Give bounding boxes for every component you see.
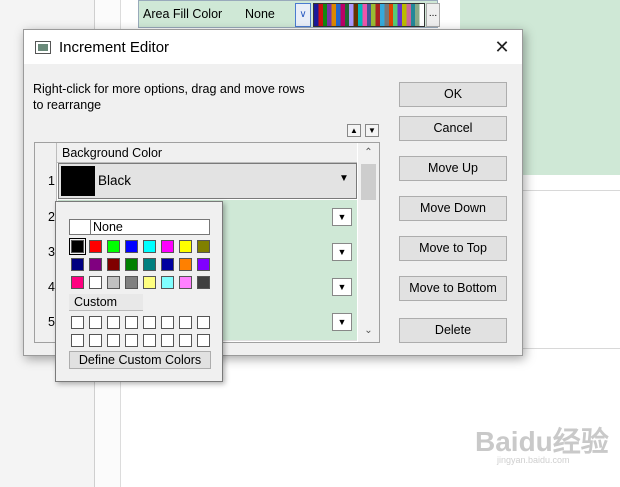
- color-swatch[interactable]: [125, 258, 138, 271]
- move-down-button[interactable]: Move Down: [399, 196, 507, 221]
- color-swatch[interactable]: [89, 276, 102, 289]
- color-swatch[interactable]: [179, 258, 192, 271]
- color-swatch[interactable]: [143, 240, 156, 253]
- custom-color-slot[interactable]: [143, 334, 156, 347]
- chevron-down-icon[interactable]: ▼: [332, 243, 352, 261]
- custom-color-slot[interactable]: [89, 334, 102, 347]
- custom-color-slot[interactable]: [179, 316, 192, 329]
- color-swatch[interactable]: [69, 238, 86, 255]
- window-icon: [35, 41, 51, 54]
- color-swatch[interactable]: [71, 276, 84, 289]
- custom-color-slot[interactable]: [197, 316, 210, 329]
- custom-color-slot[interactable]: [161, 334, 174, 347]
- area-fill-dropdown-button[interactable]: ∨: [295, 3, 311, 27]
- chevron-down-icon[interactable]: ▼: [332, 278, 352, 296]
- row-number: 5: [48, 315, 55, 329]
- color-swatch[interactable]: [89, 258, 102, 271]
- color-swatch: [61, 166, 95, 196]
- color-swatch[interactable]: [197, 258, 210, 271]
- dialog-titlebar: Increment Editor ✕: [24, 30, 522, 64]
- custom-colors-label: Custom: [69, 294, 143, 311]
- color-swatch[interactable]: [143, 276, 156, 289]
- cancel-button[interactable]: Cancel: [399, 116, 507, 141]
- color-picker-popup: None Custom Define Custom Colors: [55, 201, 223, 382]
- custom-color-slot[interactable]: [71, 316, 84, 329]
- color-swatch[interactable]: [89, 240, 102, 253]
- custom-color-slot[interactable]: [197, 334, 210, 347]
- move-up-button[interactable]: Move Up: [399, 156, 507, 181]
- color-name: Black: [98, 173, 132, 188]
- color-swatch[interactable]: [179, 240, 192, 253]
- none-label: None: [93, 220, 123, 234]
- none-swatch: [70, 220, 91, 234]
- column-header-background-color[interactable]: Background Color: [57, 143, 357, 163]
- color-swatch[interactable]: [197, 276, 210, 289]
- color-swatch[interactable]: [125, 240, 138, 253]
- scroll-down-icon[interactable]: ⌄: [358, 323, 379, 339]
- custom-color-slot[interactable]: [107, 316, 120, 329]
- row-number: 2: [48, 210, 55, 224]
- none-color-option[interactable]: None: [69, 219, 210, 235]
- color-swatch[interactable]: [71, 258, 84, 271]
- close-icon[interactable]: ✕: [490, 36, 514, 58]
- move-row-up-icon[interactable]: ▲: [347, 124, 361, 137]
- color-swatch[interactable]: [125, 276, 138, 289]
- define-custom-colors-button[interactable]: Define Custom Colors: [69, 351, 211, 369]
- area-fill-more-button[interactable]: ...: [426, 3, 440, 27]
- color-swatch[interactable]: [143, 258, 156, 271]
- custom-color-slot[interactable]: [125, 316, 138, 329]
- move-to-bottom-button[interactable]: Move to Bottom: [399, 276, 507, 301]
- delete-button[interactable]: Delete: [399, 318, 507, 343]
- color-swatch[interactable]: [197, 240, 210, 253]
- scrollbar-thumb[interactable]: [361, 164, 376, 200]
- color-swatch[interactable]: [161, 240, 174, 253]
- row-number: 3: [48, 245, 55, 259]
- chevron-down-icon[interactable]: ▼: [332, 208, 352, 226]
- custom-color-slot[interactable]: [89, 316, 102, 329]
- custom-color-slot[interactable]: [125, 334, 138, 347]
- custom-color-slot[interactable]: [143, 316, 156, 329]
- color-swatch[interactable]: [179, 276, 192, 289]
- area-fill-color-label: Area Fill Color: [143, 7, 223, 21]
- vertical-scrollbar[interactable]: ⌃ ⌄: [358, 143, 379, 342]
- ok-button[interactable]: OK: [399, 82, 507, 107]
- chevron-down-icon[interactable]: ▼: [332, 313, 352, 331]
- table-row[interactable]: Black ▼: [58, 163, 357, 199]
- color-swatch[interactable]: [107, 240, 120, 253]
- custom-color-slot[interactable]: [179, 334, 192, 347]
- watermark-url: jingyan.baidu.com: [497, 455, 570, 465]
- area-fill-palette-preview[interactable]: [313, 3, 425, 27]
- custom-color-slot[interactable]: [161, 316, 174, 329]
- color-swatch[interactable]: [107, 276, 120, 289]
- row-number: 1: [48, 174, 55, 188]
- color-swatch[interactable]: [161, 258, 174, 271]
- color-swatch[interactable]: [161, 276, 174, 289]
- move-to-top-button[interactable]: Move to Top: [399, 236, 507, 261]
- area-fill-color-value[interactable]: None: [245, 7, 275, 21]
- instructions-text: Right-click for more options, drag and m…: [33, 82, 305, 112]
- baidu-watermark: Baidu经验: [475, 426, 609, 457]
- scroll-up-icon[interactable]: ⌃: [358, 145, 379, 161]
- custom-color-slot[interactable]: [71, 334, 84, 347]
- color-swatch[interactable]: [107, 258, 120, 271]
- custom-color-slot[interactable]: [107, 334, 120, 347]
- dialog-title: Increment Editor: [59, 39, 170, 56]
- chevron-down-icon[interactable]: ▼: [339, 173, 349, 184]
- move-row-down-icon[interactable]: ▼: [365, 124, 379, 137]
- row-number: 4: [48, 280, 55, 294]
